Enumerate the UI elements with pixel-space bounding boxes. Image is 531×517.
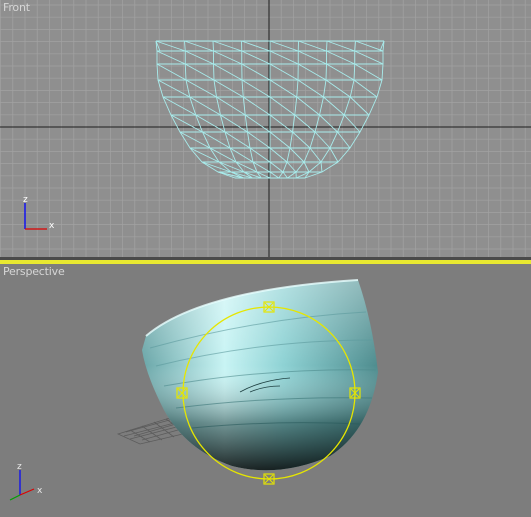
axis-x-label: x (49, 221, 55, 231)
axis-tripod-icon: z x (9, 462, 43, 501)
bowl-wireframe[interactable] (155, 40, 385, 179)
perspective-viewport[interactable]: z x Perspective (0, 264, 531, 517)
front-viewport[interactable]: zx Front (0, 0, 531, 257)
axis-x-label: x (37, 486, 43, 496)
front-viewport-canvas[interactable]: zx (0, 0, 531, 257)
perspective-viewport-label[interactable]: Perspective (3, 265, 65, 278)
perspective-viewport-canvas[interactable]: z x (0, 264, 531, 517)
bowl-object[interactable] (142, 279, 378, 471)
front-viewport-label[interactable]: Front (3, 1, 30, 14)
axis-z-label: z (23, 195, 28, 205)
axis-z-label: z (17, 462, 22, 472)
